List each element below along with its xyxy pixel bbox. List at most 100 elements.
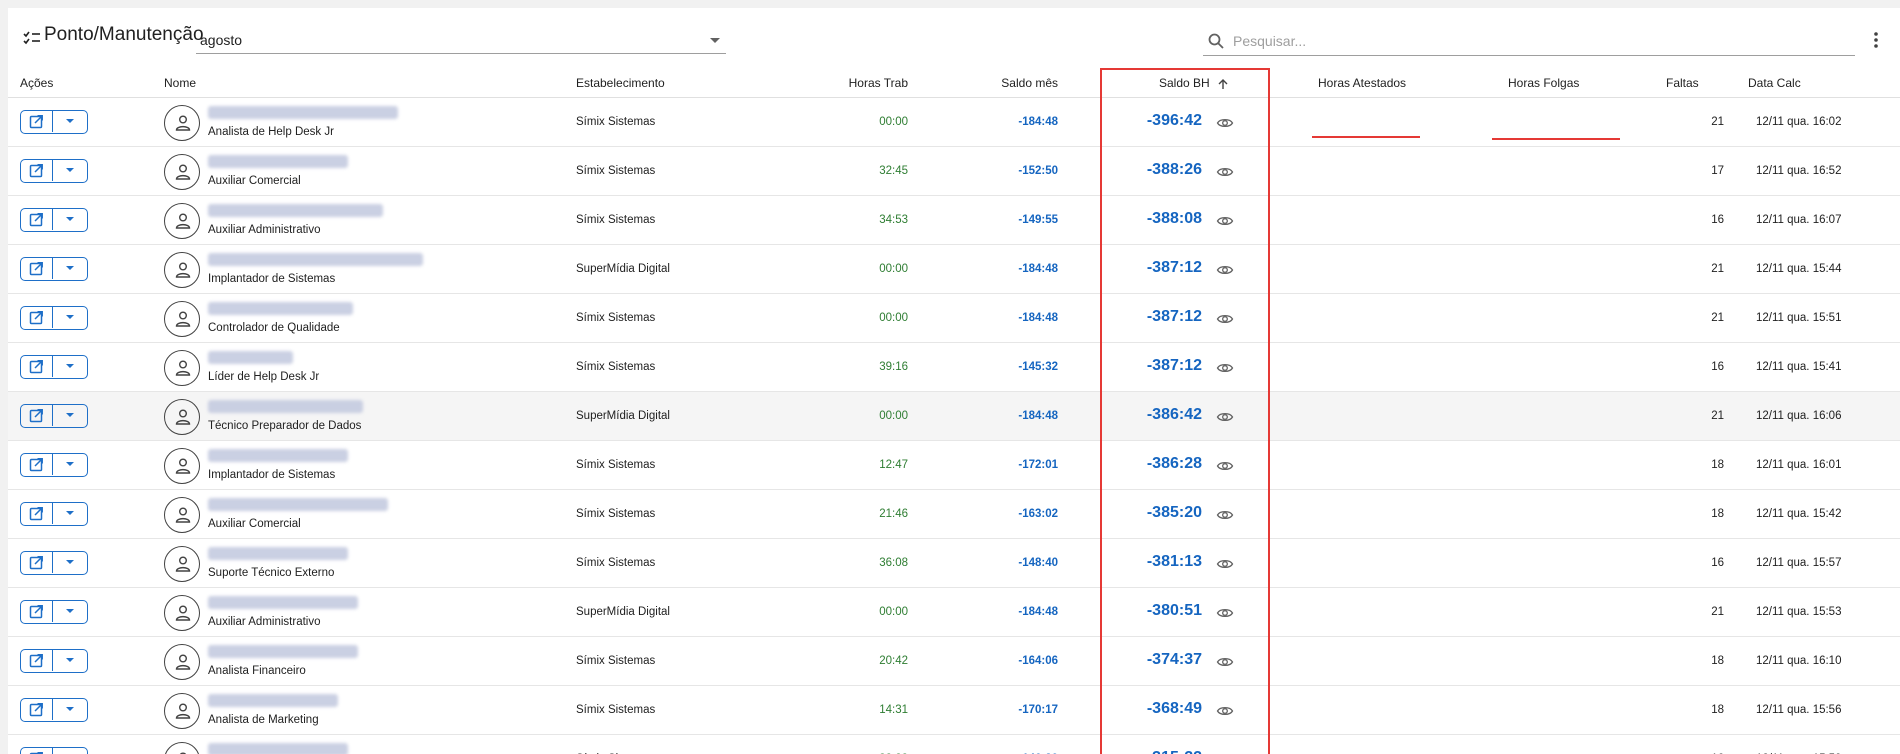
col-saldo-bh-label: Saldo BH [1159,76,1210,90]
table-row[interactable]: Auxiliar Comercial Símix Sistemas 21:46 -16… [8,490,1900,539]
arrow-drop-down-icon [66,462,74,466]
employee-role: Suporte Técnico Externo [208,567,335,579]
actions-dropdown-button[interactable] [53,454,87,475]
employee-name-redacted [208,155,348,168]
actions-dropdown-button[interactable] [53,258,87,279]
open-button[interactable] [21,160,53,181]
eye-icon[interactable] [1216,114,1234,132]
person-icon [175,654,191,670]
establishment: SuperMídia Digital [576,263,670,275]
eye-icon[interactable] [1216,555,1234,573]
table-row[interactable]: Símix Sistemas38:28-146:20-315:221612/11… [8,735,1900,754]
main-card: Ponto/Manutenção agosto Ações Nome Estab… [8,8,1900,754]
employee-role: Analista de Marketing [208,714,319,726]
eye-icon[interactable] [1216,261,1234,279]
horas-trab: 39:16 [879,361,908,373]
eye-icon[interactable] [1216,653,1234,671]
open-button[interactable] [21,356,53,377]
data-calc: 12/11 qua. 15:41 [1756,361,1842,373]
eye-icon[interactable] [1216,212,1234,230]
table-row[interactable]: Analista Financeiro Símix Sistemas 20:42 -1… [8,637,1900,686]
actions-dropdown-button[interactable] [53,209,87,230]
arrow-drop-down-icon [66,658,74,662]
open-button[interactable] [21,111,53,132]
saldo-mes: -172:01 [1018,459,1058,471]
person-icon [175,409,191,425]
col-saldo-mes[interactable]: Saldo mês [958,76,1058,90]
table-row[interactable]: Técnico Preparador de Dados SuperMídia Di… [8,392,1900,441]
row-actions [20,698,88,722]
actions-dropdown-button[interactable] [53,307,87,328]
actions-dropdown-button[interactable] [53,748,87,754]
row-actions [20,355,88,379]
saldo-bh: -396:42 [1146,112,1202,129]
open-in-new-icon [29,507,43,521]
employee-role: Analista de Help Desk Jr [208,126,334,138]
table-row[interactable]: Auxiliar Administrativo SuperMídia Digita… [8,588,1900,637]
col-nome[interactable]: Nome [164,76,196,90]
actions-dropdown-button[interactable] [53,601,87,622]
table-row[interactable]: Suporte Técnico Externo Símix Sistemas 36:… [8,539,1900,588]
eye-icon[interactable] [1216,359,1234,377]
open-button[interactable] [21,307,53,328]
saldo-bh: -386:42 [1146,406,1202,423]
eye-icon[interactable] [1216,163,1234,181]
actions-dropdown-button[interactable] [53,160,87,181]
open-in-new-icon [29,654,43,668]
col-faltas[interactable]: Faltas [1666,76,1699,90]
person-icon [175,164,191,180]
actions-dropdown-button[interactable] [53,552,87,573]
table-row[interactable]: Implantador de Sistemas Símix Sistemas 12:… [8,441,1900,490]
faltas: 21 [1711,606,1724,618]
table-row[interactable]: Controlador de Qualidade Símix Sistemas 00… [8,294,1900,343]
eye-icon[interactable] [1216,506,1234,524]
open-button[interactable] [21,258,53,279]
more-vert-icon[interactable] [1866,28,1886,52]
actions-dropdown-button[interactable] [53,356,87,377]
open-button[interactable] [21,601,53,622]
employee-name-redacted [208,547,348,560]
eye-icon[interactable] [1216,457,1234,475]
col-estabelecimento[interactable]: Estabelecimento [576,76,665,90]
open-button[interactable] [21,454,53,475]
table-row[interactable]: Analista de Help Desk Jr Símix Sistemas 00… [8,98,1900,147]
actions-dropdown-button[interactable] [53,699,87,720]
open-button[interactable] [21,209,53,230]
search-field[interactable] [1203,26,1855,56]
open-button[interactable] [21,650,53,671]
actions-dropdown-button[interactable] [53,503,87,524]
actions-dropdown-button[interactable] [53,405,87,426]
employee-role: Auxiliar Comercial [208,518,301,530]
open-button[interactable] [21,552,53,573]
table-row[interactable]: Auxiliar Comercial Símix Sistemas 32:45 -15… [8,147,1900,196]
saldo-mes: -163:02 [1018,508,1058,520]
arrow-drop-down-icon [66,119,74,123]
col-saldo-bh[interactable]: Saldo BH [1159,76,1229,90]
col-horas-atestados[interactable]: Horas Atestados [1318,76,1406,90]
arrow-drop-down-icon [66,413,74,417]
col-data-calc[interactable]: Data Calc [1748,76,1801,90]
table-row[interactable]: Analista de Marketing Símix Sistemas 14:31… [8,686,1900,735]
actions-dropdown-button[interactable] [53,111,87,132]
eye-icon[interactable] [1216,604,1234,622]
eye-icon[interactable] [1216,702,1234,720]
col-horas-folgas[interactable]: Horas Folgas [1508,76,1579,90]
search-input[interactable] [1233,30,1833,52]
open-button[interactable] [21,503,53,524]
saldo-bh: -380:51 [1146,602,1202,619]
faltas: 18 [1711,655,1724,667]
open-button[interactable] [21,405,53,426]
establishment: Símix Sistemas [576,116,656,128]
month-select[interactable]: agosto [196,26,726,54]
open-button[interactable] [21,699,53,720]
actions-dropdown-button[interactable] [53,650,87,671]
table-row[interactable]: Implantador de Sistemas SuperMídia Digita… [8,245,1900,294]
table-row[interactable]: Auxiliar Administrativo Símix Sistemas 34:… [8,196,1900,245]
faltas: 21 [1711,312,1724,324]
table-row[interactable]: Líder de Help Desk Jr Símix Sistemas 39:16… [8,343,1900,392]
col-horas-trab[interactable]: Horas Trab [808,76,908,90]
horas-trab: 00:00 [879,410,908,422]
open-button[interactable] [21,748,53,754]
eye-icon[interactable] [1216,408,1234,426]
eye-icon[interactable] [1216,310,1234,328]
